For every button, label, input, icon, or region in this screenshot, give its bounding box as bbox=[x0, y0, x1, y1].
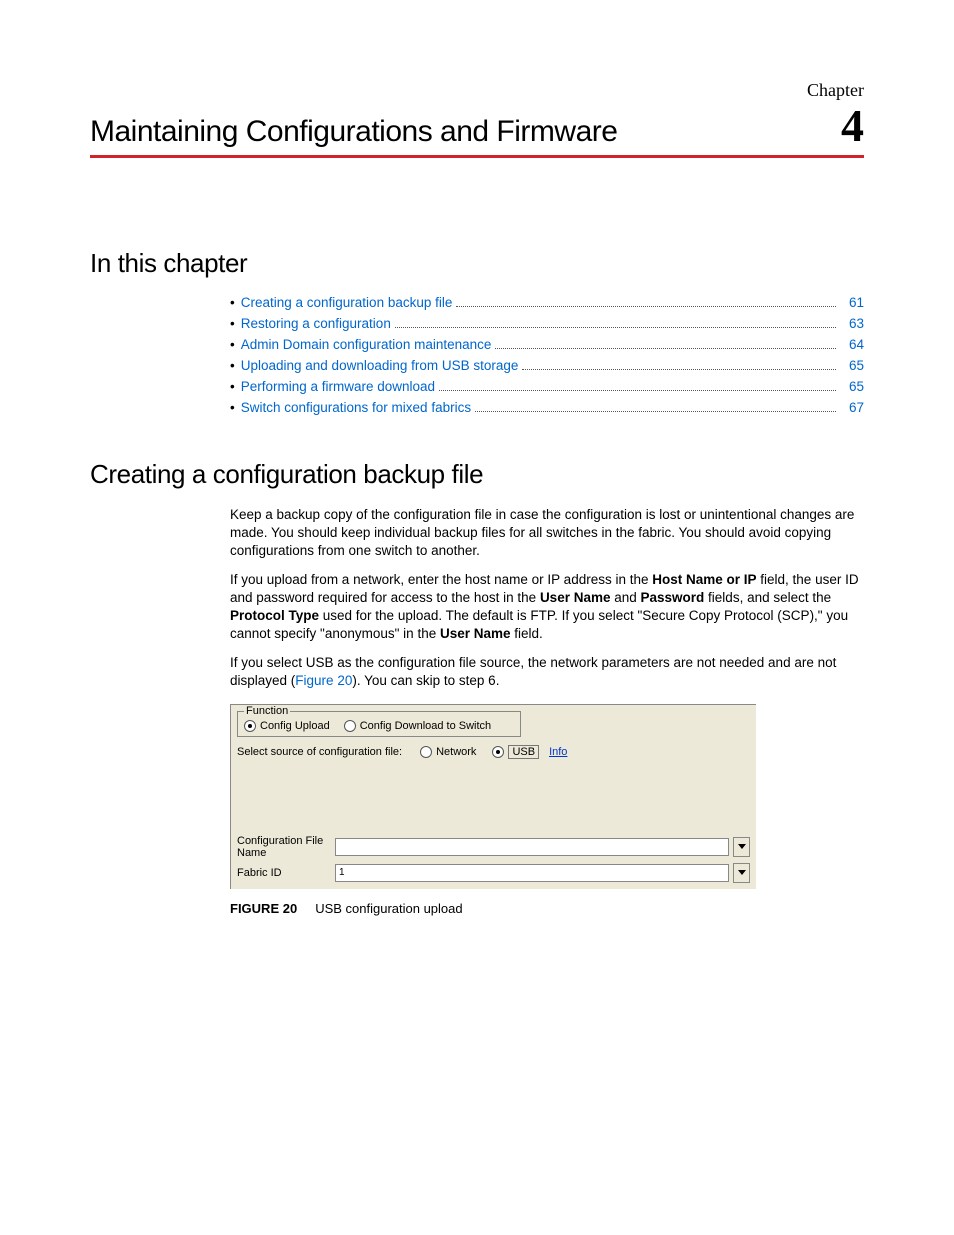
toc-dots bbox=[395, 327, 836, 328]
toc-page[interactable]: 64 bbox=[842, 337, 864, 352]
chapter-title: Maintaining Configurations and Firmware bbox=[90, 115, 617, 149]
bold-text: User Name bbox=[540, 590, 611, 605]
figure-label: FIGURE 20 bbox=[230, 901, 297, 916]
toc-item: • Uploading and downloading from USB sto… bbox=[230, 358, 864, 373]
text: fields, and select the bbox=[704, 590, 831, 605]
toc-dots bbox=[439, 390, 836, 391]
text: ). You can skip to step 6. bbox=[352, 673, 499, 688]
section-creating-backup: Creating a configuration backup file bbox=[90, 459, 864, 490]
toc-page[interactable]: 67 bbox=[842, 400, 864, 415]
toc-link[interactable]: Performing a firmware download bbox=[241, 379, 435, 394]
body-content: Keep a backup copy of the configuration … bbox=[230, 506, 864, 690]
toc-item: • Switch configurations for mixed fabric… bbox=[230, 400, 864, 415]
bullet-icon: • bbox=[230, 358, 235, 373]
radio-icon[interactable] bbox=[492, 746, 504, 758]
chapter-label: Chapter bbox=[90, 80, 864, 101]
text: field. bbox=[511, 626, 543, 641]
table-of-contents: • Creating a configuration backup file 6… bbox=[230, 295, 864, 415]
toc-item: • Restoring a configuration 63 bbox=[230, 316, 864, 331]
chapter-header: Maintaining Configurations and Firmware … bbox=[90, 103, 864, 158]
toc-link[interactable]: Creating a configuration backup file bbox=[241, 295, 453, 310]
figure-caption-text: USB configuration upload bbox=[315, 901, 462, 916]
fabric-id-label: Fabric ID bbox=[237, 867, 331, 879]
toc-dots bbox=[495, 348, 836, 349]
radio-label-upload[interactable]: Config Upload bbox=[260, 720, 330, 732]
radio-label-usb[interactable]: USB bbox=[508, 745, 539, 759]
fabric-id-input[interactable]: 1 bbox=[335, 864, 729, 882]
bullet-icon: • bbox=[230, 295, 235, 310]
bullet-icon: • bbox=[230, 400, 235, 415]
info-link[interactable]: Info bbox=[549, 746, 567, 758]
section-in-this-chapter: In this chapter bbox=[90, 248, 864, 279]
toc-link[interactable]: Restoring a configuration bbox=[241, 316, 391, 331]
toc-item: • Admin Domain configuration maintenance… bbox=[230, 337, 864, 352]
function-fieldset: Function Config Upload Config Download t… bbox=[237, 711, 521, 737]
paragraph: If you upload from a network, enter the … bbox=[230, 571, 864, 644]
paragraph: Keep a backup copy of the configuration … bbox=[230, 506, 864, 561]
toc-item: • Performing a firmware download 65 bbox=[230, 379, 864, 394]
paragraph: If you select USB as the configuration f… bbox=[230, 654, 864, 690]
fieldset-legend: Function bbox=[244, 705, 290, 717]
source-label: Select source of configuration file: bbox=[237, 746, 402, 758]
toc-page[interactable]: 65 bbox=[842, 358, 864, 373]
radio-icon[interactable] bbox=[344, 720, 356, 732]
radio-icon[interactable] bbox=[420, 746, 432, 758]
bold-text: User Name bbox=[440, 626, 511, 641]
toc-dots bbox=[456, 306, 836, 307]
figure-reference-link[interactable]: Figure 20 bbox=[295, 673, 352, 688]
bold-text: Protocol Type bbox=[230, 608, 319, 623]
bold-text: Password bbox=[641, 590, 705, 605]
chevron-down-icon[interactable] bbox=[733, 863, 750, 883]
radio-icon[interactable] bbox=[244, 720, 256, 732]
bold-text: Host Name or IP bbox=[652, 572, 756, 587]
figure-caption: FIGURE 20 USB configuration upload bbox=[230, 901, 864, 916]
toc-link[interactable]: Admin Domain configuration maintenance bbox=[241, 337, 492, 352]
toc-link[interactable]: Uploading and downloading from USB stora… bbox=[241, 358, 519, 373]
toc-link[interactable]: Switch configurations for mixed fabrics bbox=[241, 400, 471, 415]
config-upload-screenshot: Function Config Upload Config Download t… bbox=[230, 704, 756, 889]
bullet-icon: • bbox=[230, 337, 235, 352]
chapter-number: 4 bbox=[841, 103, 864, 149]
toc-dots bbox=[475, 411, 836, 412]
bullet-icon: • bbox=[230, 379, 235, 394]
chevron-down-icon[interactable] bbox=[733, 837, 750, 857]
config-filename-input[interactable] bbox=[335, 838, 729, 856]
bullet-icon: • bbox=[230, 316, 235, 331]
text: and bbox=[610, 590, 640, 605]
radio-label-network[interactable]: Network bbox=[436, 746, 476, 758]
toc-page[interactable]: 65 bbox=[842, 379, 864, 394]
radio-label-download[interactable]: Config Download to Switch bbox=[360, 720, 491, 732]
toc-page[interactable]: 61 bbox=[842, 295, 864, 310]
figure-20: Function Config Upload Config Download t… bbox=[230, 704, 864, 916]
config-filename-label: Configuration File Name bbox=[237, 835, 331, 859]
toc-page[interactable]: 63 bbox=[842, 316, 864, 331]
toc-dots bbox=[522, 369, 836, 370]
text: If you upload from a network, enter the … bbox=[230, 572, 652, 587]
toc-item: • Creating a configuration backup file 6… bbox=[230, 295, 864, 310]
